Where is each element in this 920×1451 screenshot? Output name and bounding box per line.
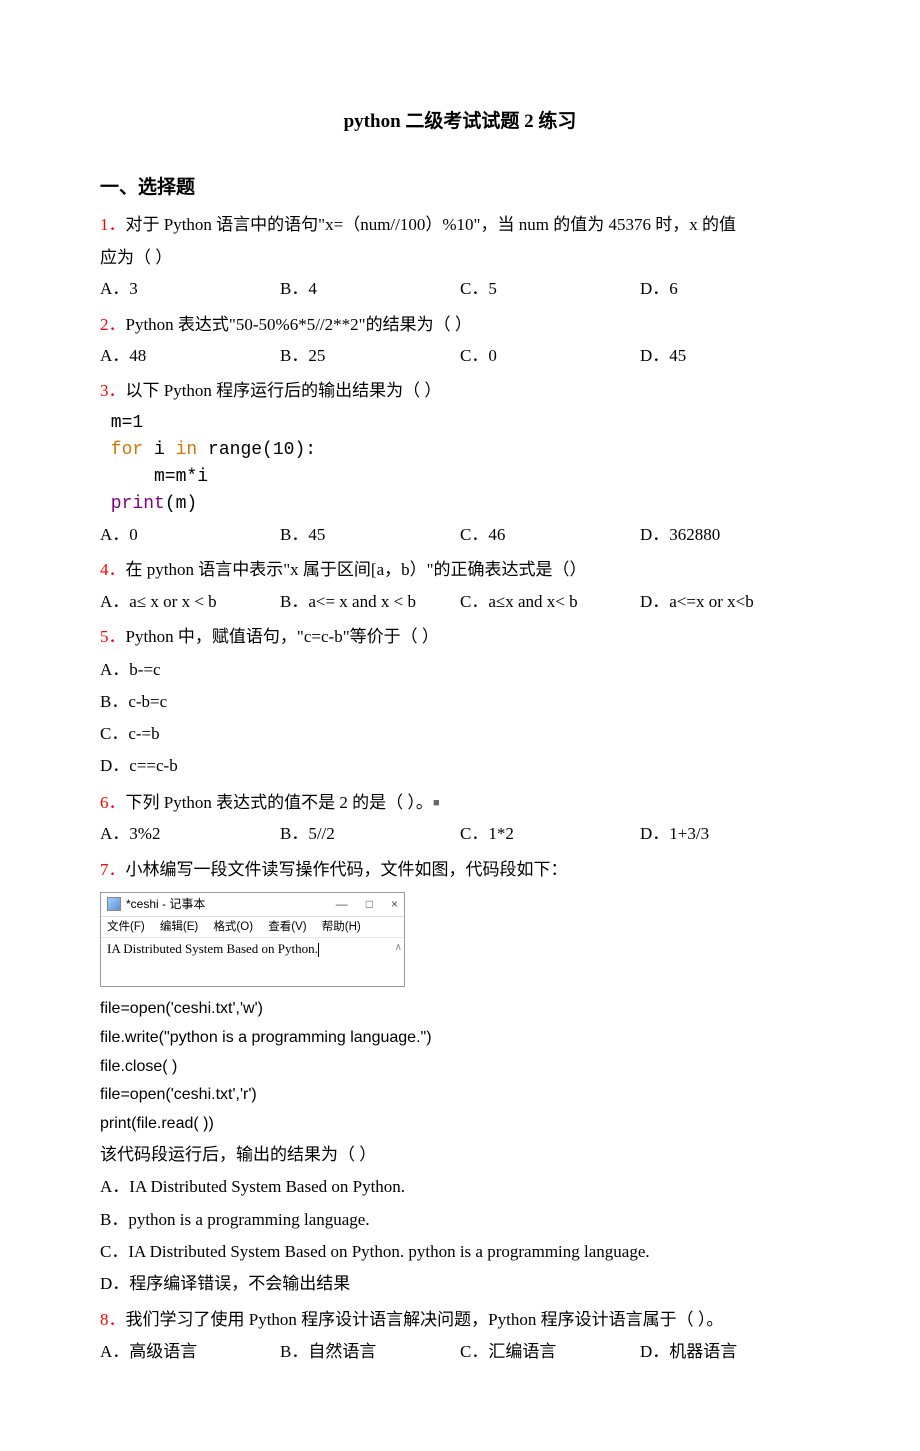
q6-opt-a: A．3%2 xyxy=(100,819,280,850)
q4-opt-a: A．a≤ x or x < b xyxy=(100,587,280,618)
q5-opt-c: C．c-=b xyxy=(100,718,820,750)
q7-opt-a: A．IA Distributed System Based on Python. xyxy=(100,1171,820,1203)
notepad-content: IA Distributed System Based on Python. ∧ xyxy=(101,938,404,986)
question-5: 5．Python 中，赋值语句，"c=c-b"等价于（ ） A．b-=c B．c… xyxy=(100,621,820,782)
q7-code-1: file=open('ceshi.txt','w') xyxy=(100,995,820,1024)
q3-opt-c: C．46 xyxy=(460,520,640,551)
page-title: python 二级考试试题 2 练习 xyxy=(100,105,820,139)
notepad-text: IA Distributed System Based on Python. xyxy=(107,941,318,956)
q7-code-5: print(file.read( )) xyxy=(100,1110,820,1139)
q5-text: Python 中，赋值语句，"c=c-b"等价于（ ） xyxy=(126,627,439,646)
q2-opt-c: C．0 xyxy=(460,341,640,372)
question-2: 2．Python 表达式"50-50%6*5//2**2"的结果为（ ） A．4… xyxy=(100,309,820,372)
q7-opt-d: D．程序编译错误，不会输出结果 xyxy=(100,1268,820,1300)
q7-text2: 该代码段运行后，输出的结果为（ ） xyxy=(100,1139,820,1171)
q1-opt-d: D．6 xyxy=(640,274,820,305)
q7-opt-b: B．python is a programming language. xyxy=(100,1204,820,1236)
q3-options: A．0 B．45 C．46 D．362880 xyxy=(100,520,820,551)
notepad-menubar: 文件(F) 编辑(E) 格式(O) 查看(V) 帮助(H) xyxy=(101,917,404,938)
maximize-icon: □ xyxy=(366,896,373,913)
question-8: 8．我们学习了使用 Python 程序设计语言解决问题，Python 程序设计语… xyxy=(100,1304,820,1367)
q1-opt-b: B．4 xyxy=(280,274,460,305)
scroll-up-icon: ∧ xyxy=(395,941,402,955)
q8-opt-c: C．汇编语言 xyxy=(460,1337,640,1368)
notepad-titlebar: *ceshi - 记事本 — □ × xyxy=(101,893,404,917)
q5-opt-d: D．c==c-b xyxy=(100,750,820,782)
q8-options: A．高级语言 B．自然语言 C．汇编语言 D．机器语言 xyxy=(100,1337,820,1368)
minimize-icon: — xyxy=(336,896,348,913)
q8-opt-d: D．机器语言 xyxy=(640,1337,820,1368)
q7-code-3: file.close( ) xyxy=(100,1053,820,1082)
q1-text-b: 应为（ ） xyxy=(100,242,820,274)
menu-edit: 编辑(E) xyxy=(160,921,204,933)
notepad-window: *ceshi - 记事本 — □ × 文件(F) 编辑(E) 格式(O) 查看(… xyxy=(100,892,405,987)
q4-opt-d: D．a<=x or x<b xyxy=(640,587,820,618)
q1-opt-c: C．5 xyxy=(460,274,640,305)
q4-options: A．a≤ x or x < b B．a<= x and x < b C．a≤x … xyxy=(100,587,820,618)
q3-code: m=1 for i in range(10): m=m*i print(m) xyxy=(100,410,820,518)
question-1: 1．对于 Python 语言中的语句"x=（num//100）%10"，当 nu… xyxy=(100,209,820,304)
question-7: 7．小林编写一段文件读写操作代码，文件如图，代码段如下： *ceshi - 记事… xyxy=(100,854,820,1301)
notepad-window-controls: — □ × xyxy=(336,896,398,913)
q8-opt-a: A．高级语言 xyxy=(100,1337,280,1368)
marker-icon: ■ xyxy=(433,797,440,809)
q7-code-2: file.write("python is a programming lang… xyxy=(100,1024,820,1053)
section-header: 一、选择题 xyxy=(100,171,820,205)
q6-text: 下列 Python 表达式的值不是 2 的是（ ）。 xyxy=(126,793,433,812)
q2-opt-d: D．45 xyxy=(640,341,820,372)
q4-opt-c: C．a≤x and x< b xyxy=(460,587,640,618)
q2-num: 2． xyxy=(100,315,126,334)
q5-opt-b: B．c-b=c xyxy=(100,686,820,718)
q1-num: 1． xyxy=(100,215,126,234)
q5-opt-a: A．b-=c xyxy=(100,654,820,686)
close-icon: × xyxy=(391,896,398,913)
q2-opt-b: B．25 xyxy=(280,341,460,372)
question-6: 6．下列 Python 表达式的值不是 2 的是（ ）。■ A．3%2 B．5/… xyxy=(100,787,820,850)
q3-opt-a: A．0 xyxy=(100,520,280,551)
q3-opt-d: D．362880 xyxy=(640,520,820,551)
q2-options: A．48 B．25 C．0 D．45 xyxy=(100,341,820,372)
q1-options: A．3 B．4 C．5 D．6 xyxy=(100,274,820,305)
q6-num: 6． xyxy=(100,793,126,812)
q6-opt-c: C．1*2 xyxy=(460,819,640,850)
q5-num: 5． xyxy=(100,627,126,646)
q8-text: 我们学习了使用 Python 程序设计语言解决问题，Python 程序设计语言属… xyxy=(126,1310,724,1329)
menu-view: 查看(V) xyxy=(268,921,312,933)
q7-opt-c: C．IA Distributed System Based on Python.… xyxy=(100,1236,820,1268)
menu-file: 文件(F) xyxy=(107,921,151,933)
menu-format: 格式(O) xyxy=(213,921,259,933)
q8-num: 8． xyxy=(100,1310,126,1329)
q7-text: 小林编写一段文件读写操作代码，文件如图，代码段如下： xyxy=(126,860,568,879)
q6-opt-b: B．5//2 xyxy=(280,819,460,850)
q7-code-4: file=open('ceshi.txt','r') xyxy=(100,1081,820,1110)
question-3: 3．以下 Python 程序运行后的输出结果为（ ） m=1 for i in … xyxy=(100,375,820,550)
q2-text: Python 表达式"50-50%6*5//2**2"的结果为（ ） xyxy=(126,315,472,334)
q3-text: 以下 Python 程序运行后的输出结果为（ ） xyxy=(126,381,442,400)
notepad-app-icon xyxy=(107,897,121,911)
q6-options: A．3%2 B．5//2 C．1*2 D．1+3/3 xyxy=(100,819,820,850)
text-caret-icon xyxy=(318,943,319,957)
q4-opt-b: B．a<= x and x < b xyxy=(280,587,460,618)
q4-text: 在 python 语言中表示"x 属于区间[a，b）"的正确表达式是（） xyxy=(126,560,587,579)
notepad-title-text: *ceshi - 记事本 xyxy=(126,896,205,913)
q1-text-a: 对于 Python 语言中的语句"x=（num//100）%10"，当 num … xyxy=(126,215,736,234)
q2-opt-a: A．48 xyxy=(100,341,280,372)
q1-opt-a: A．3 xyxy=(100,274,280,305)
q7-num: 7． xyxy=(100,860,126,879)
q3-num: 3． xyxy=(100,381,126,400)
q6-opt-d: D．1+3/3 xyxy=(640,819,820,850)
q8-opt-b: B．自然语言 xyxy=(280,1337,460,1368)
menu-help: 帮助(H) xyxy=(322,921,367,933)
question-4: 4．在 python 语言中表示"x 属于区间[a，b）"的正确表达式是（） A… xyxy=(100,554,820,617)
q4-num: 4． xyxy=(100,560,126,579)
q3-opt-b: B．45 xyxy=(280,520,460,551)
